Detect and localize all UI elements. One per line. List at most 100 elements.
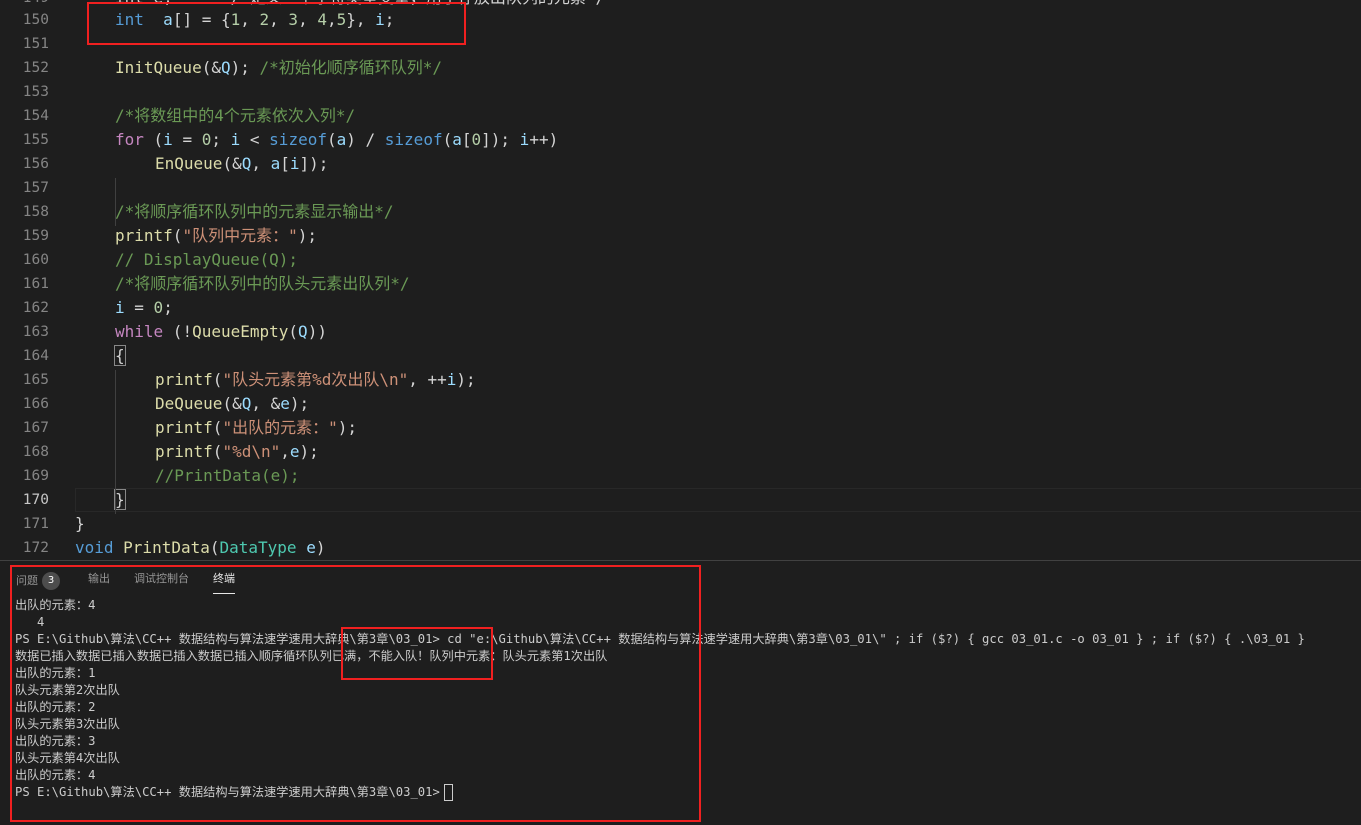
code-token: printf	[155, 370, 213, 389]
code-text: for (i = 0; i < sizeof(a) / sizeof(a[0])…	[115, 128, 558, 152]
code-token: Q	[298, 322, 308, 341]
code-text: DeQueue(&Q, &e);	[155, 392, 309, 416]
code-token: a	[452, 130, 462, 149]
code-token: printf	[115, 226, 173, 245]
code-token: ;	[163, 298, 173, 317]
code-token: QueueEmpty	[192, 322, 289, 341]
indent-guide	[115, 178, 116, 226]
code-text: printf("出队的元素：");	[155, 416, 357, 440]
code-line: 163 while (!QueueEmpty(Q))	[0, 320, 1361, 344]
code-token: /*将数组中的4个元素依次入列*/	[115, 106, 356, 125]
code-line: 167 printf("出队的元素：");	[0, 416, 1361, 440]
code-token: 0	[471, 130, 482, 149]
code-token: e	[280, 394, 290, 413]
line-number: 168	[22, 444, 49, 460]
code-token: [	[280, 154, 290, 173]
code-token: (	[212, 418, 223, 437]
code-token: /*初始化顺序循环队列*/	[259, 58, 443, 77]
code-token: "队头元素第%d次出队\n"	[222, 370, 409, 389]
code-token: [	[461, 130, 472, 149]
code-text: printf("队头元素第%d次出队\n", ++i);	[155, 368, 476, 392]
code-text: //PrintData(e);	[155, 464, 300, 488]
code-text: InitQueue(&Q); /*初始化顺序循环队列*/	[115, 56, 442, 80]
code-token: 0	[201, 130, 212, 149]
code-token: ++)	[529, 130, 559, 149]
code-line: 156 EnQueue(&Q, a[i]);	[0, 152, 1361, 176]
indent-guide	[115, 370, 116, 514]
highlight-box-terminal	[10, 565, 701, 822]
code-token: , ++	[408, 370, 447, 389]
code-token: e	[306, 538, 316, 557]
highlight-box-array-decl	[87, 2, 466, 45]
line-number: 170	[22, 492, 49, 508]
code-line: 159 printf("队列中元素：");	[0, 224, 1361, 248]
code-token: Q	[241, 394, 252, 413]
code-token: i	[446, 370, 457, 389]
code-line: 154 /*将数组中的4个元素依次入列*/	[0, 104, 1361, 128]
line-number: 169	[22, 468, 49, 484]
code-line: 162 i = 0;	[0, 296, 1361, 320]
code-token: i	[289, 154, 300, 173]
line-number: 154	[22, 108, 49, 124]
line-number: 159	[22, 228, 49, 244]
bottom-panel: 问题 3 输出 调试控制台 终端 出队的元素：4 4 PS E:\Github\算法…	[0, 560, 1361, 825]
code-line: 160 // DisplayQueue(Q);	[0, 248, 1361, 272]
code-line: 164 {	[0, 344, 1361, 368]
code-line: 152 InitQueue(&Q); /*初始化顺序循环队列*/	[0, 56, 1361, 80]
code-token: Q	[241, 154, 252, 173]
line-number: 167	[22, 420, 49, 436]
code-token: );	[299, 442, 319, 461]
code-token: sizeof	[384, 130, 443, 149]
code-token: (&	[201, 58, 221, 77]
code-token: (	[442, 130, 453, 149]
code-line: 165 printf("队头元素第%d次出队\n", ++i);	[0, 368, 1361, 392]
code-token: (	[212, 442, 223, 461]
line-number: 150	[22, 12, 49, 28]
line-number: 155	[22, 132, 49, 148]
code-token: <	[240, 130, 270, 149]
code-token: (	[172, 226, 183, 245]
code-token: i	[115, 298, 125, 317]
code-text: // DisplayQueue(Q);	[115, 248, 298, 272]
code-line: 155 for (i = 0; i < sizeof(a) / sizeof(a[…	[0, 128, 1361, 152]
code-text: /*将数组中的4个元素依次入列*/	[115, 104, 355, 128]
line-number: 172	[22, 540, 49, 556]
code-token: i	[163, 130, 173, 149]
code-text: }	[75, 512, 85, 536]
line-number: 171	[22, 516, 49, 532]
code-token: (	[143, 130, 164, 149]
code-text: printf("%d\n",e);	[155, 440, 319, 464]
code-token: (!	[163, 322, 193, 341]
current-line-highlight	[75, 488, 1361, 512]
code-token: sizeof	[269, 130, 327, 149]
line-number: 165	[22, 372, 49, 388]
line-number: 151	[22, 36, 49, 52]
code-token: );	[297, 226, 317, 245]
code-token: =	[172, 130, 202, 149]
line-number: 157	[22, 180, 49, 196]
highlight-box-queue-full	[341, 627, 493, 680]
line-number: 153	[22, 84, 49, 100]
code-token: (	[209, 538, 220, 557]
code-text: }	[114, 488, 126, 512]
code-token: );	[337, 418, 357, 437]
code-token: InitQueue	[115, 58, 202, 77]
code-token: "队列中元素："	[182, 226, 298, 245]
code-editor[interactable]: 149 int e; /*定义一个字符类型变量，用于存放出队列的元素*/ 150…	[0, 0, 1361, 560]
code-token: {	[114, 345, 126, 366]
code-text: while (!QueueEmpty(Q))	[115, 320, 327, 344]
code-token: i	[519, 130, 530, 149]
code-token: , &	[251, 394, 281, 413]
code-token: void	[75, 538, 114, 557]
code-token: =	[124, 298, 154, 317]
code-token: EnQueue	[155, 154, 223, 173]
line-number: 162	[22, 300, 49, 316]
code-token: i	[230, 130, 241, 149]
code-token: ]);	[299, 154, 329, 173]
code-line: 166 DeQueue(&Q, &e);	[0, 392, 1361, 416]
code-line: 153	[0, 80, 1361, 104]
code-token: printf	[155, 442, 213, 461]
code-token: // DisplayQueue(Q);	[115, 250, 299, 269]
code-line: 157	[0, 176, 1361, 200]
code-token: (	[212, 370, 223, 389]
